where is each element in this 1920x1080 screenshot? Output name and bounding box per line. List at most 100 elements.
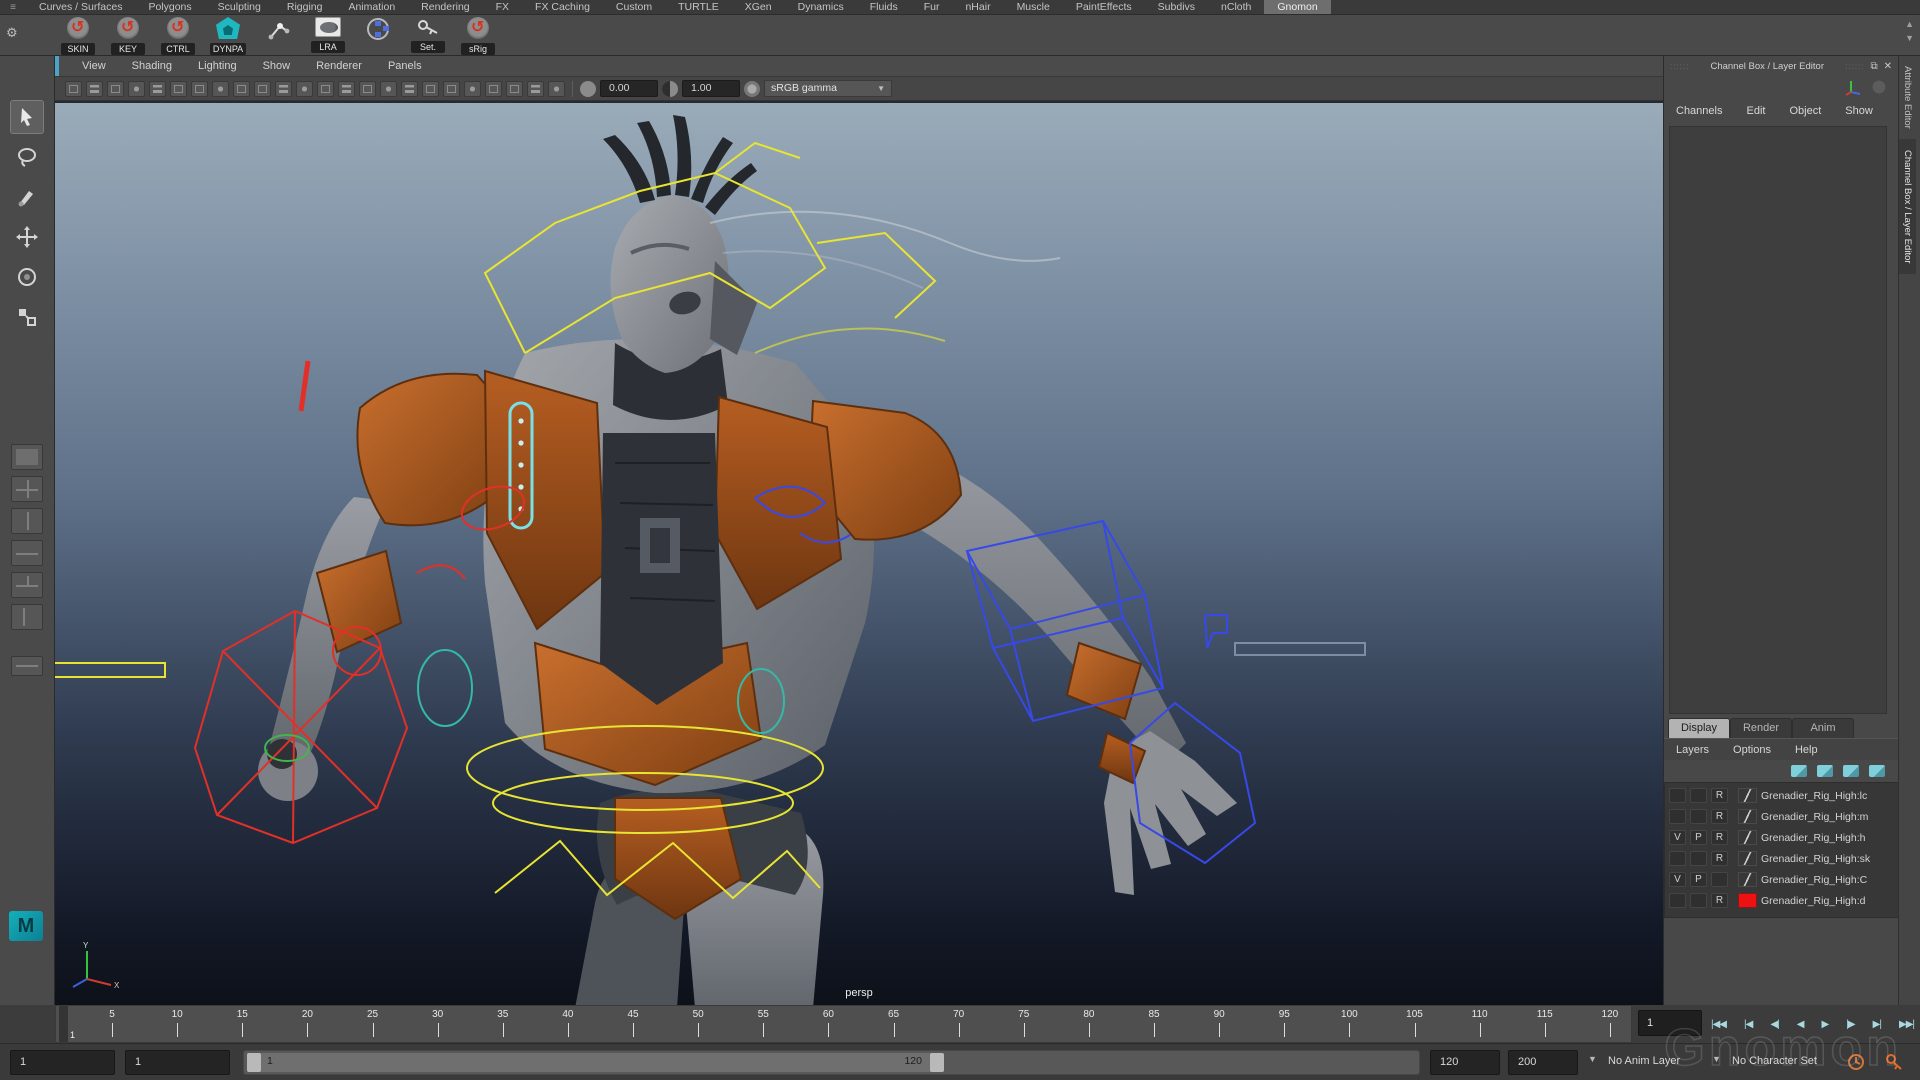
select-tool-button[interactable] (10, 100, 44, 134)
layer-color-swatch[interactable] (1738, 893, 1757, 908)
go-to-end-button[interactable]: ▶▶| (1898, 1015, 1915, 1034)
exposure-field[interactable]: 0.00 (600, 80, 658, 97)
current-frame-field[interactable]: 1 (1638, 1010, 1702, 1036)
wireframe-icon[interactable] (359, 81, 376, 97)
gamma-icon[interactable] (662, 81, 678, 97)
exposure-icon[interactable] (580, 81, 596, 97)
layer-editor-menu-item[interactable]: Layers (1664, 744, 1721, 756)
menu-item[interactable]: nCloth (1208, 0, 1264, 14)
layer-display-type-toggle[interactable] (1711, 872, 1728, 887)
tab-channel-box-layer-editor[interactable]: Channel Box / Layer Editor (1899, 140, 1916, 275)
layer-visibility-toggle[interactable] (1669, 893, 1686, 908)
menu-item[interactable]: Subdivs (1145, 0, 1208, 14)
layer-color-swatch[interactable] (1738, 830, 1757, 845)
new-layer-from-selected-icon[interactable] (1817, 765, 1833, 777)
drag-handle-icon[interactable]: :::::: (1845, 62, 1864, 71)
shelf-button-dynpa[interactable]: DYNPA (206, 17, 250, 57)
dock-header[interactable]: :::::: Channel Box / Layer Editor ::::::… (1664, 56, 1898, 76)
step-forward-frame-button[interactable]: |▶ (1845, 1015, 1855, 1034)
layer-editor-tab[interactable]: Display (1668, 718, 1730, 738)
layer-row[interactable]: R Grenadier_Rig_High:d (1665, 890, 1898, 911)
channel-box-menu-item[interactable]: Object (1777, 105, 1833, 117)
layer-playback-toggle[interactable]: P (1690, 830, 1707, 845)
popout-icon[interactable]: ⧉ (1870, 61, 1877, 72)
image-plane-icon[interactable] (149, 81, 166, 97)
layout-three-pane-button[interactable] (11, 572, 43, 598)
menu-item[interactable]: Sculpting (205, 0, 274, 14)
shelf-button-skin[interactable]: SKIN (56, 17, 100, 57)
panel-menu-item[interactable]: Renderer (303, 60, 375, 72)
view-transform-select[interactable]: sRGB gamma ▼ (764, 80, 892, 97)
move-layer-up-icon[interactable] (1843, 765, 1859, 777)
layer-visibility-toggle[interactable] (1669, 788, 1686, 803)
channel-list-area[interactable] (1669, 126, 1887, 714)
anim-layer-selector[interactable]: No Anim Layer (1608, 1055, 1680, 1067)
panel-menu-item[interactable]: Shading (119, 60, 185, 72)
layer-color-swatch[interactable] (1738, 788, 1757, 803)
panel-menu-item[interactable]: Lighting (185, 60, 250, 72)
layer-name[interactable]: Grenadier_Rig_High:lc (1761, 790, 1867, 802)
shelf-button-lra[interactable]: LRA (306, 17, 350, 55)
camera-attributes-icon[interactable] (107, 81, 124, 97)
safe-title-icon[interactable] (338, 81, 355, 97)
layer-display-type-toggle[interactable]: R (1711, 830, 1728, 845)
lock-camera-icon[interactable] (86, 81, 103, 97)
layer-display-type-toggle[interactable]: R (1711, 809, 1728, 824)
play-backward-button[interactable]: ◀ (1796, 1015, 1805, 1034)
menu-item[interactable]: TURTLE (665, 0, 732, 14)
grid-icon[interactable] (212, 81, 229, 97)
gamma-field[interactable]: 1.00 (682, 80, 740, 97)
range-slider-track[interactable]: 1 120 (243, 1050, 1420, 1075)
layer-playback-toggle[interactable] (1690, 809, 1707, 824)
playback-options-icon[interactable] (1846, 1052, 1866, 1072)
layout-custom-button[interactable] (11, 656, 43, 676)
field-chart-icon[interactable] (296, 81, 313, 97)
menu-item[interactable]: Animation (335, 0, 408, 14)
step-back-frame-button[interactable]: ◀| (1769, 1015, 1779, 1034)
scale-tool-button[interactable] (10, 300, 44, 334)
shelf-button-srig[interactable]: sRig (456, 17, 500, 57)
layer-name[interactable]: Grenadier_Rig_High:sk (1761, 853, 1870, 865)
menu-item[interactable]: Fur (911, 0, 953, 14)
time-slider[interactable]: 1 51015202530354045505560657075808590951… (55, 1005, 1632, 1043)
tab-attribute-editor[interactable]: Attribute Editor (1899, 56, 1916, 140)
layer-playback-toggle[interactable] (1690, 893, 1707, 908)
shelf-button-character-set[interactable] (356, 17, 400, 39)
chevron-down-icon[interactable]: ▼ (1712, 1054, 1721, 1064)
gate-mask-icon[interactable] (275, 81, 292, 97)
character-set-selector[interactable]: No Character Set (1732, 1055, 1817, 1067)
close-icon[interactable]: ✕ (1884, 61, 1892, 72)
bookmarks-icon[interactable] (128, 81, 145, 97)
layer-display-type-toggle[interactable]: R (1711, 893, 1728, 908)
go-to-start-button[interactable]: |◀◀ (1710, 1015, 1727, 1034)
auto-key-icon[interactable] (1884, 1052, 1904, 1072)
playback-start-field[interactable]: 1 (125, 1050, 230, 1075)
layout-four-pane-button[interactable] (11, 476, 43, 502)
channel-box-menu-item[interactable]: Channels (1664, 105, 1734, 117)
grease-pencil-icon[interactable] (191, 81, 208, 97)
panel-menu-item[interactable]: View (69, 60, 119, 72)
animation-end-field[interactable]: 200 (1508, 1050, 1578, 1075)
menu-item[interactable]: Rigging (274, 0, 336, 14)
move-tool-button[interactable] (10, 220, 44, 254)
play-forward-button[interactable]: ▶ (1821, 1015, 1830, 1034)
drag-handle-icon[interactable]: :::::: (1670, 62, 1689, 71)
layer-name[interactable]: Grenadier_Rig_High:m (1761, 811, 1868, 823)
screen-space-ao-icon[interactable] (464, 81, 481, 97)
layout-two-pane-side-button[interactable] (11, 508, 43, 534)
channel-box-menu-item[interactable]: Edit (1734, 105, 1777, 117)
layer-row[interactable]: R Grenadier_Rig_High:lc (1665, 785, 1898, 806)
menu-item[interactable]: Polygons (135, 0, 204, 14)
move-layer-down-icon[interactable] (1869, 765, 1885, 777)
layer-editor-menu-item[interactable]: Help (1783, 744, 1830, 756)
safe-action-icon[interactable] (317, 81, 334, 97)
layer-playback-toggle[interactable]: P (1690, 872, 1707, 887)
menu-item[interactable]: nHair (952, 0, 1003, 14)
chevron-down-icon[interactable]: ▼ (1588, 1054, 1597, 1064)
layer-visibility-toggle[interactable]: V (1669, 830, 1686, 845)
layer-playback-toggle[interactable] (1690, 851, 1707, 866)
playback-end-field[interactable]: 120 (1430, 1050, 1500, 1075)
color-management-icon[interactable] (744, 81, 760, 97)
viewport-canvas[interactable]: Y X persp (55, 101, 1663, 1005)
menu-item[interactable]: Curves / Surfaces (26, 0, 135, 14)
